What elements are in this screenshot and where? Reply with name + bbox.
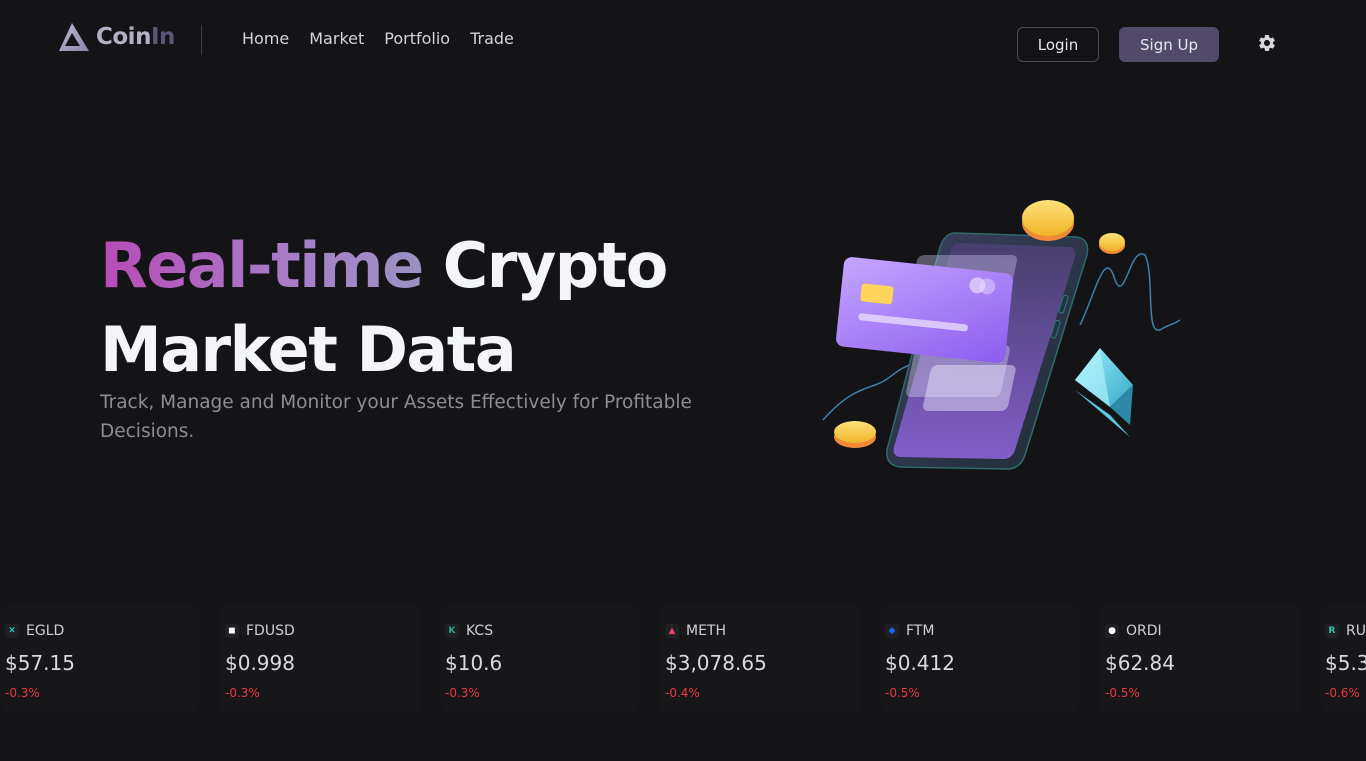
nav-home[interactable]: Home xyxy=(242,29,289,48)
hero-subtitle: Track, Manage and Monitor your Assets Ef… xyxy=(100,392,692,442)
ticker-head: ● ORDI xyxy=(1105,623,1162,639)
kcs-icon: K xyxy=(445,624,459,638)
login-button[interactable]: Login xyxy=(1017,27,1099,62)
main-nav: Home Market Portfolio Trade xyxy=(242,29,514,48)
ticker-symbol: RU xyxy=(1346,623,1366,639)
price-ticker: ✕ EGLD $57.15 -0.3% ◼ FDUSD $0.998 -0.3% K KCS $10… xyxy=(0,606,1366,716)
brand-name: CoinIn xyxy=(96,24,175,50)
ticker-head: R RU xyxy=(1325,623,1366,639)
fdusd-icon: ◼ xyxy=(225,624,239,638)
gear-icon[interactable] xyxy=(1257,33,1277,53)
ticker-head: ◆ FTM xyxy=(885,623,934,639)
ticker-change: -0.3% xyxy=(445,686,480,700)
ticker-price: $57.15 xyxy=(5,651,75,675)
hero-title-rest: Crypto xyxy=(422,229,669,302)
rune-icon: R xyxy=(1325,624,1339,638)
ticker-symbol: ORDI xyxy=(1126,623,1162,639)
ticker-change: -0.5% xyxy=(1105,686,1140,700)
ticker-symbol: KCS xyxy=(466,623,494,639)
ticker-head: ✕ EGLD xyxy=(5,623,64,639)
ticker-card-kcs[interactable]: K KCS $10.6 -0.3% xyxy=(440,606,640,712)
ticker-price: $0.412 xyxy=(885,651,955,675)
ticker-symbol: EGLD xyxy=(26,623,65,639)
hero-title-line2: Market Data xyxy=(100,313,517,386)
brand[interactable]: CoinIn xyxy=(58,22,175,52)
signup-button[interactable]: Sign Up xyxy=(1119,27,1219,62)
ticker-symbol: FTM xyxy=(906,623,935,639)
ticker-change: -0.3% xyxy=(5,686,40,700)
ticker-head: K KCS xyxy=(445,623,493,639)
ticker-symbol: METH xyxy=(686,623,727,639)
ticker-card-ordi[interactable]: ● ORDI $62.84 -0.5% xyxy=(1100,606,1300,712)
nav-portfolio[interactable]: Portfolio xyxy=(384,29,450,48)
egld-icon: ✕ xyxy=(5,624,19,638)
ticker-change: -0.5% xyxy=(885,686,920,700)
nav-trade[interactable]: Trade xyxy=(470,29,514,48)
ordi-icon: ● xyxy=(1105,624,1119,638)
ticker-change: -0.6% xyxy=(1325,686,1360,700)
ticker-price: $10.6 xyxy=(445,651,503,675)
ticker-price: $3,078.65 xyxy=(665,651,767,675)
ticker-symbol: FDUSD xyxy=(246,623,295,639)
brand-name-part1: Coin xyxy=(96,24,151,50)
ftm-icon: ◆ xyxy=(885,624,899,638)
ticker-card-egld[interactable]: ✕ EGLD $57.15 -0.3% xyxy=(0,606,200,712)
hero-title-highlight: Real-time xyxy=(100,229,424,302)
ticker-change: -0.4% xyxy=(665,686,700,700)
triangle-logo-icon xyxy=(59,23,89,51)
brand-name-part2: In xyxy=(150,24,175,50)
ticker-change: -0.3% xyxy=(225,686,260,700)
ticker-head: ◼ FDUSD xyxy=(225,623,295,639)
ticker-card-meth[interactable]: ▲ METH $3,078.65 -0.4% xyxy=(660,606,860,712)
meth-icon: ▲ xyxy=(665,624,679,638)
ticker-price: $62.84 xyxy=(1105,651,1175,675)
nav-market[interactable]: Market xyxy=(309,29,364,48)
ticker-card-ru[interactable]: R RU $5.3 -0.6% xyxy=(1320,606,1366,712)
hero-title: Real-time Crypto Market Data xyxy=(100,224,669,392)
ticker-head: ▲ METH xyxy=(665,623,726,639)
header-divider xyxy=(201,25,202,55)
ticker-price: $5.3 xyxy=(1325,651,1366,675)
hero-illustration xyxy=(822,200,1181,470)
ticker-card-fdusd[interactable]: ◼ FDUSD $0.998 -0.3% xyxy=(220,606,420,712)
ticker-card-ftm[interactable]: ◆ FTM $0.412 -0.5% xyxy=(880,606,1080,712)
ticker-price: $0.998 xyxy=(225,651,295,675)
